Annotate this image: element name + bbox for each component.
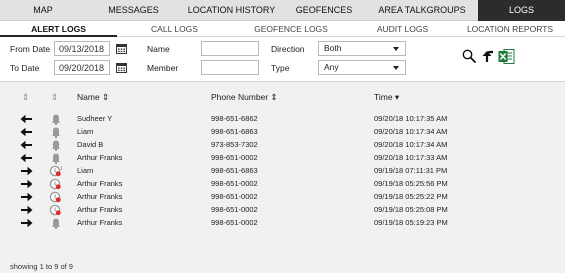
direction-label: Direction — [271, 44, 305, 54]
bell-alert-icon — [49, 191, 61, 203]
row-time: 09/20/18 10:17:34 AM — [374, 127, 448, 136]
filter-panel: From Date To Date Name Member Direction … — [0, 37, 565, 81]
table-row[interactable]: Arthur Franks 998-651-0002 09/19/18 05:25:… — [0, 191, 565, 203]
table-row[interactable]: Arthur Franks 998-651-0002 09/20/18 10:17:… — [0, 152, 565, 164]
bell-icon — [52, 114, 60, 125]
from-date-input[interactable] — [54, 41, 110, 56]
row-time: 09/20/18 10:17:35 AM — [374, 114, 448, 123]
row-name: Arthur Franks — [77, 218, 123, 227]
tab-map[interactable]: MAP — [0, 0, 86, 21]
row-name: David B — [77, 140, 104, 149]
sort-type-header[interactable]: ⇕ — [51, 92, 58, 103]
row-phone: 998-651-0002 — [211, 153, 258, 162]
tab-alert-logs[interactable]: ALERT LOGS — [0, 21, 117, 37]
table-row[interactable]: 1 Liam 998-651-6863 09/19/18 07:11:31 PM — [0, 165, 565, 177]
outgoing-arrow-icon — [21, 205, 33, 215]
tab-messages[interactable]: MESSAGES — [86, 0, 181, 21]
row-name: Liam — [77, 127, 94, 136]
type-label: Type — [271, 63, 290, 73]
row-time: 09/19/18 07:11:31 PM — [374, 166, 448, 175]
row-time: 09/19/18 05:19:23 PM — [374, 218, 448, 227]
row-phone: 998-651-6862 — [211, 114, 258, 123]
tab-location-history[interactable]: LOCATION HISTORY — [181, 0, 282, 21]
tab-call-logs[interactable]: CALL LOGS — [117, 21, 232, 37]
name-label: Name — [147, 44, 170, 54]
incoming-arrow-icon — [20, 140, 32, 150]
row-name: Arthur Franks — [77, 179, 123, 188]
row-phone: 998-651-0002 — [211, 205, 258, 214]
table-header: ⇕ ⇕ Name ⇕ Phone Number ⇕ Time ▾ — [0, 91, 565, 105]
to-date-label: To Date — [10, 63, 40, 73]
log-sub-tab-bar: ALERT LOGS CALL LOGS GEOFENCE LOGS AUDIT… — [0, 21, 565, 37]
row-name: Arthur Franks — [77, 205, 123, 214]
row-time: 09/19/18 05:25:56 PM — [374, 179, 448, 188]
row-phone: 998-651-0002 — [211, 218, 258, 227]
outgoing-arrow-icon — [21, 218, 33, 228]
row-phone: 998-651-6863 — [211, 166, 258, 175]
tab-geofence-logs[interactable]: GEOFENCE LOGS — [232, 21, 350, 37]
incoming-arrow-icon — [20, 114, 32, 124]
calendar-icon[interactable] — [116, 62, 127, 73]
sort-direction-header[interactable]: ⇕ — [22, 92, 29, 103]
bell-alert-badge-icon: 1 — [49, 166, 63, 177]
phone-column-header[interactable]: Phone Number ⇕ — [211, 92, 278, 103]
alert-log-table: ⇕ ⇕ Name ⇕ Phone Number ⇕ Time ▾ Sudheer… — [0, 81, 565, 273]
chevron-down-icon — [393, 66, 399, 70]
calendar-icon[interactable] — [116, 43, 127, 54]
row-name: Liam — [77, 166, 94, 175]
row-phone: 998-651-6863 — [211, 127, 258, 136]
member-label: Member — [147, 63, 179, 73]
table-row[interactable]: Arthur Franks 998-651-0002 09/19/18 05:19:… — [0, 217, 565, 229]
tab-audit-logs[interactable]: AUDIT LOGS — [350, 21, 455, 37]
tab-geofences[interactable]: GEOFENCES — [282, 0, 366, 21]
incoming-arrow-icon — [20, 153, 32, 163]
type-select[interactable]: Any — [318, 60, 406, 75]
row-name: Arthur Franks — [77, 153, 123, 162]
outgoing-arrow-icon — [21, 166, 33, 176]
bell-icon — [52, 153, 60, 164]
main-tab-bar: MAP MESSAGES LOCATION HISTORY GEOFENCES … — [0, 0, 565, 21]
row-phone: 973-853-7302 — [211, 140, 258, 149]
row-phone: 998-651-0002 — [211, 179, 258, 188]
tab-area-talkgroups[interactable]: AREA TALKGROUPS — [366, 0, 478, 21]
table-row[interactable]: David B 973-853-7302 09/20/18 10:17:34 AM — [0, 139, 565, 151]
row-time: 09/20/18 10:17:34 AM — [374, 140, 448, 149]
row-time: 09/20/18 10:17:33 AM — [374, 153, 448, 162]
direction-select-value: Both — [324, 43, 342, 53]
name-input[interactable] — [201, 41, 259, 56]
bell-alert-icon — [49, 178, 61, 190]
row-name: Arthur Franks — [77, 192, 123, 201]
outgoing-arrow-icon — [21, 179, 33, 189]
direction-select[interactable]: Both — [318, 41, 406, 56]
bell-icon — [52, 127, 60, 138]
bell-icon — [52, 140, 60, 151]
from-date-label: From Date — [10, 44, 51, 54]
outgoing-arrow-icon — [21, 192, 33, 202]
name-column-header[interactable]: Name ⇕ — [77, 92, 109, 103]
incoming-arrow-icon — [20, 127, 32, 137]
alert-badge-count: 1 — [60, 166, 63, 171]
pagination-summary: showing 1 to 9 of 9 — [10, 262, 73, 271]
table-row[interactable]: Arthur Franks 998-651-0002 09/19/18 05:25:… — [0, 204, 565, 216]
row-phone: 998-651-0002 — [211, 192, 258, 201]
to-date-input[interactable] — [54, 60, 110, 75]
time-column-header[interactable]: Time ▾ — [374, 92, 399, 103]
table-row[interactable]: Liam 998-651-6863 09/20/18 10:17:34 AM — [0, 126, 565, 138]
row-name: Sudheer Y — [77, 114, 113, 123]
chevron-down-icon — [393, 47, 399, 51]
row-time: 09/19/18 05:25:22 PM — [374, 192, 448, 201]
table-row[interactable]: Arthur Franks 998-651-0002 09/19/18 05:25:… — [0, 178, 565, 190]
tab-logs[interactable]: LOGS — [478, 0, 565, 21]
table-row[interactable]: Sudheer Y 998-651-6862 09/20/18 10:17:35 A… — [0, 113, 565, 125]
undo-arrow-icon[interactable] — [482, 49, 494, 63]
row-time: 09/19/18 05:25:08 PM — [374, 205, 448, 214]
bell-icon — [52, 218, 60, 229]
member-input[interactable] — [201, 60, 259, 75]
bell-alert-icon — [49, 204, 61, 216]
tab-location-reports[interactable]: LOCATION REPORTS — [455, 21, 565, 37]
search-icon[interactable] — [462, 49, 476, 63]
type-select-value: Any — [324, 62, 339, 72]
excel-export-icon[interactable] — [498, 48, 515, 65]
